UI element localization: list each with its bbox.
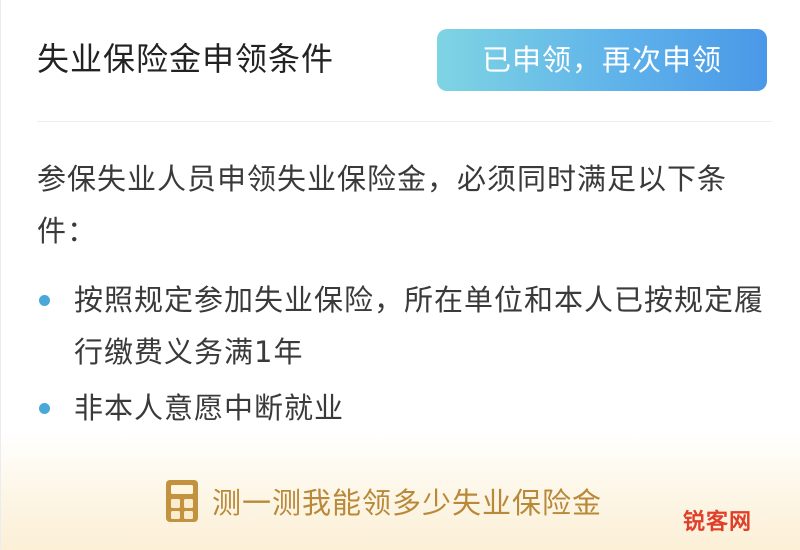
header-divider <box>37 121 772 122</box>
condition-text: 按照规定参加失业保险，所在单位和本人已按规定履行缴费义务满1年 <box>74 283 765 369</box>
benefit-calculator-link[interactable]: 测一测我能领多少失业保险金 <box>165 476 602 526</box>
condition-text: 非本人意愿中断就业 <box>74 391 345 425</box>
bullet-dot-icon <box>39 403 50 414</box>
calculator-icon <box>166 480 198 522</box>
watermark-logo: 锐客网 <box>682 510 752 535</box>
calculator-link-label: 测一测我能领多少失业保险金 <box>212 486 603 520</box>
bullet-dot-icon <box>39 295 50 306</box>
benefit-conditions-card: 失业保险金申领条件 已申领，再次申领 参保失业人员申领失业保险金，必须同时满足以… <box>0 0 800 550</box>
page-title: 失业保险金申领条件 <box>37 40 335 78</box>
condition-item: 非本人意愿中断就业 <box>37 382 767 434</box>
intro-text: 参保失业人员申领失业保险金，必须同时满足以下条件： <box>37 162 728 248</box>
conditions-list: 按照规定参加失业保险，所在单位和本人已按规定履行缴费义务满1年 非本人意愿中断就… <box>37 274 767 438</box>
card-header: 失业保险金申领条件 已申领，再次申领 <box>1 0 800 122</box>
reapply-button[interactable]: 已申领，再次申领 <box>437 29 767 91</box>
condition-item: 按照规定参加失业保险，所在单位和本人已按规定履行缴费义务满1年 <box>37 274 767 378</box>
